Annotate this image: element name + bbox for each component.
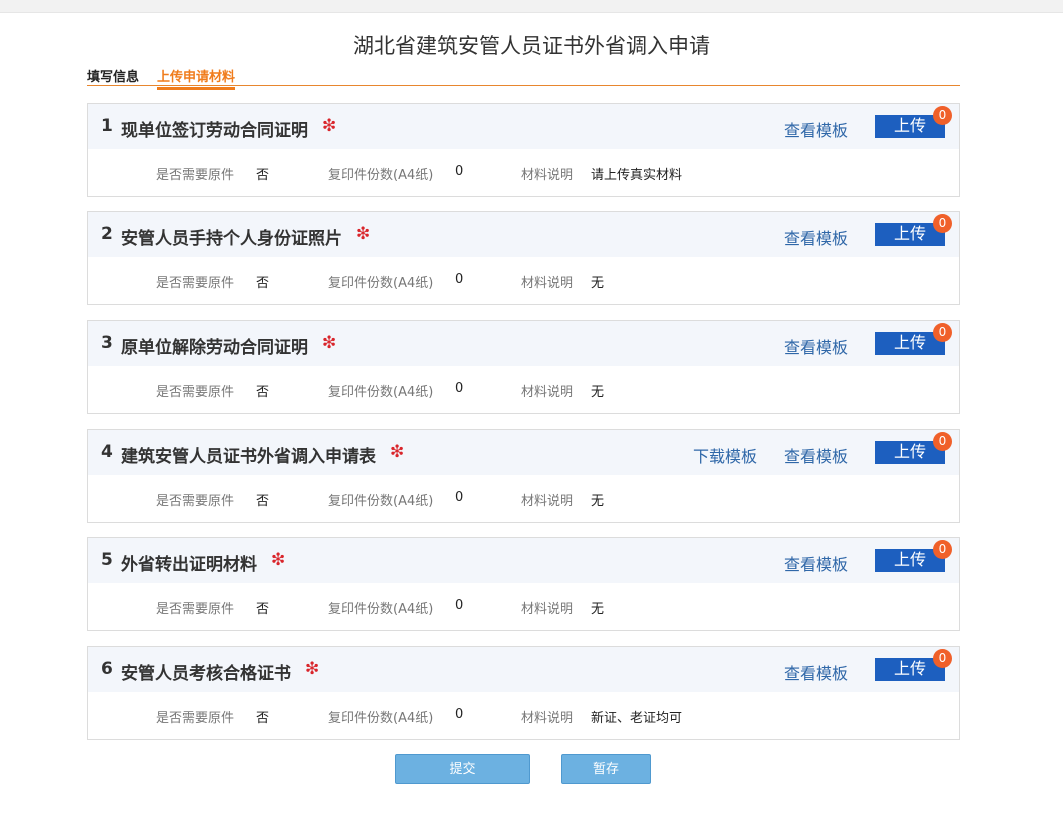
- original-required-value: 否: [256, 711, 270, 726]
- material-number: 1: [101, 116, 113, 136]
- material-card-4: 4 建筑安管人员证书外省调入申请表 ❇ 下载模板 查看模板 上传 0 是否需要原件…: [87, 429, 960, 523]
- original-required-value: 否: [256, 602, 270, 617]
- required-icon: ❇: [390, 442, 405, 462]
- note-value: 请上传真实材料: [591, 168, 683, 183]
- view-template-link[interactable]: 查看模板: [784, 443, 848, 467]
- copies-label: 复印件份数(A4纸): [328, 494, 434, 509]
- note-value: 新证、老证均可: [591, 711, 683, 726]
- material-number: 2: [101, 224, 113, 244]
- view-template-link[interactable]: 查看模板: [784, 225, 848, 249]
- material-card-header: 1 现单位签订劳动合同证明 ❇ 查看模板 上传 0: [88, 104, 959, 149]
- required-icon: ❇: [271, 550, 286, 570]
- note-label: 材料说明: [521, 168, 574, 183]
- original-required-value: 否: [256, 168, 270, 183]
- material-card-5: 5 外省转出证明材料 ❇ 查看模板 上传 0 是否需要原件 否 复印件份数(A4纸…: [87, 537, 960, 631]
- original-required-label: 是否需要原件: [156, 168, 235, 183]
- material-number: 3: [101, 333, 113, 353]
- view-template-link[interactable]: 查看模板: [784, 334, 848, 358]
- tab-fill-info[interactable]: 填写信息: [87, 66, 139, 85]
- view-template-link[interactable]: 查看模板: [784, 117, 848, 141]
- view-template-link[interactable]: 查看模板: [784, 660, 848, 684]
- copies-label: 复印件份数(A4纸): [328, 711, 434, 726]
- material-card-body: 是否需要原件 否 复印件份数(A4纸) 0 材料说明 请上传真实材料: [88, 149, 959, 196]
- required-icon: ❇: [305, 659, 320, 679]
- top-bar: [0, 0, 1063, 13]
- material-card-header: 6 安管人员考核合格证书 ❇ 查看模板 上传 0: [88, 647, 959, 692]
- submit-button[interactable]: 提交: [395, 754, 530, 784]
- upload-count-badge: 0: [933, 432, 952, 451]
- original-required-label: 是否需要原件: [156, 276, 235, 291]
- copies-label: 复印件份数(A4纸): [328, 168, 434, 183]
- original-required-value: 否: [256, 385, 270, 400]
- material-card-header: 4 建筑安管人员证书外省调入申请表 ❇ 下载模板 查看模板 上传 0: [88, 430, 959, 475]
- copies-label: 复印件份数(A4纸): [328, 276, 434, 291]
- note-label: 材料说明: [521, 602, 574, 617]
- original-required-value: 否: [256, 494, 270, 509]
- upload-count-badge: 0: [933, 649, 952, 668]
- material-title: 安管人员手持个人身份证照片 ❇: [121, 224, 371, 249]
- upload-count-badge: 0: [933, 323, 952, 342]
- material-card-2: 2 安管人员手持个人身份证照片 ❇ 查看模板 上传 0 是否需要原件 否 复印件份…: [87, 211, 960, 305]
- required-icon: ❇: [356, 224, 371, 244]
- download-template-link[interactable]: 下载模板: [693, 443, 757, 467]
- material-title: 现单位签订劳动合同证明 ❇: [121, 116, 337, 141]
- note-label: 材料说明: [521, 276, 574, 291]
- copies-value: 0: [455, 381, 464, 396]
- tab-upload-materials[interactable]: 上传申请材料: [157, 66, 236, 90]
- note-value: 无: [591, 385, 605, 400]
- note-label: 材料说明: [521, 494, 574, 509]
- material-title: 原单位解除劳动合同证明 ❇: [121, 333, 337, 358]
- note-label: 材料说明: [521, 711, 574, 726]
- upload-count-badge: 0: [933, 540, 952, 559]
- required-icon: ❇: [322, 116, 337, 136]
- tab-bar: 填写信息 上传申请材料: [87, 64, 960, 90]
- original-required-label: 是否需要原件: [156, 385, 235, 400]
- material-card-body: 是否需要原件 否 复印件份数(A4纸) 0 材料说明 无: [88, 257, 959, 304]
- copies-label: 复印件份数(A4纸): [328, 602, 434, 617]
- material-card-body: 是否需要原件 否 复印件份数(A4纸) 0 材料说明 无: [88, 366, 959, 413]
- material-card-3: 3 原单位解除劳动合同证明 ❇ 查看模板 上传 0 是否需要原件 否 复印件份数(…: [87, 320, 960, 414]
- material-card-body: 是否需要原件 否 复印件份数(A4纸) 0 材料说明 新证、老证均可: [88, 692, 959, 739]
- material-title: 建筑安管人员证书外省调入申请表 ❇: [121, 442, 405, 467]
- copies-value: 0: [455, 164, 464, 179]
- upload-count-badge: 0: [933, 214, 952, 233]
- copies-value: 0: [455, 707, 464, 722]
- material-number: 5: [101, 550, 113, 570]
- copies-label: 复印件份数(A4纸): [328, 385, 434, 400]
- page-title: 湖北省建筑安管人员证书外省调入申请: [353, 34, 710, 58]
- note-value: 无: [591, 494, 605, 509]
- material-number: 4: [101, 442, 113, 462]
- copies-value: 0: [455, 490, 464, 505]
- material-card-body: 是否需要原件 否 复印件份数(A4纸) 0 材料说明 无: [88, 583, 959, 630]
- copies-value: 0: [455, 598, 464, 613]
- view-template-link[interactable]: 查看模板: [784, 551, 848, 575]
- material-card-header: 5 外省转出证明材料 ❇ 查看模板 上传 0: [88, 538, 959, 583]
- material-card-1: 1 现单位签订劳动合同证明 ❇ 查看模板 上传 0 是否需要原件 否 复印件份数(…: [87, 103, 960, 197]
- material-card-6: 6 安管人员考核合格证书 ❇ 查看模板 上传 0 是否需要原件 否 复印件份数(A…: [87, 646, 960, 740]
- material-number: 6: [101, 659, 113, 679]
- original-required-value: 否: [256, 276, 270, 291]
- material-card-header: 3 原单位解除劳动合同证明 ❇ 查看模板 上传 0: [88, 321, 959, 366]
- required-icon: ❇: [322, 333, 337, 353]
- note-label: 材料说明: [521, 385, 574, 400]
- note-value: 无: [591, 602, 605, 617]
- copies-value: 0: [455, 272, 464, 287]
- material-title: 安管人员考核合格证书 ❇: [121, 659, 320, 684]
- note-value: 无: [591, 276, 605, 291]
- save-draft-button[interactable]: 暂存: [561, 754, 651, 784]
- original-required-label: 是否需要原件: [156, 711, 235, 726]
- material-card-header: 2 安管人员手持个人身份证照片 ❇ 查看模板 上传 0: [88, 212, 959, 257]
- original-required-label: 是否需要原件: [156, 494, 235, 509]
- upload-count-badge: 0: [933, 106, 952, 125]
- material-title: 外省转出证明材料 ❇: [121, 550, 286, 575]
- original-required-label: 是否需要原件: [156, 602, 235, 617]
- material-card-body: 是否需要原件 否 复印件份数(A4纸) 0 材料说明 无: [88, 475, 959, 522]
